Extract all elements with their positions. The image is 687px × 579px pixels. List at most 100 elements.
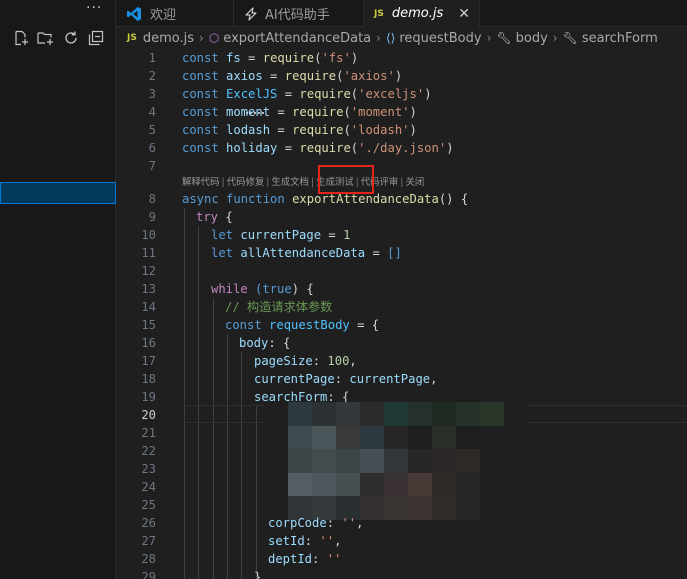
ellipsis-icon[interactable]: ··· — [86, 0, 102, 16]
close-icon[interactable]: ✕ — [458, 6, 470, 22]
mosaic-cell — [408, 425, 432, 450]
mosaic-cell — [504, 496, 528, 520]
chevron-right-icon: › — [552, 31, 558, 45]
code-line-14: // 构造请求体参数 — [225, 300, 333, 314]
line-number: 23 — [141, 462, 156, 476]
mosaic-cell — [384, 472, 408, 497]
line-number: 29 — [141, 570, 156, 579]
explorer-actions — [12, 29, 104, 46]
mosaic-cell — [456, 496, 480, 520]
mosaic-cell — [288, 449, 312, 473]
line-number: 22 — [141, 444, 156, 458]
mosaic-cell — [336, 449, 360, 473]
function-symbol-icon: ⬡ — [208, 31, 220, 45]
mosaic-cell — [408, 472, 432, 497]
mosaic-cell — [360, 425, 384, 450]
code-line-16: body: { — [239, 336, 291, 350]
mosaic-cell — [360, 496, 384, 520]
mosaic-cell — [264, 425, 288, 450]
mosaic-cell — [432, 472, 456, 497]
mosaic-cell — [480, 449, 504, 473]
new-file-icon[interactable] — [12, 29, 29, 46]
redacted-mosaic — [264, 402, 528, 520]
chevron-right-icon: › — [199, 31, 204, 45]
mosaic-cell — [456, 472, 480, 497]
mosaic-cell — [480, 496, 504, 520]
indent-guide — [184, 208, 185, 579]
breadcrumb-function[interactable]: exportAttendanceData — [223, 31, 371, 46]
mosaic-cell — [480, 472, 504, 497]
tab-label: 欢迎 — [150, 8, 177, 23]
breadcrumb-property[interactable]: searchForm — [582, 31, 658, 46]
new-folder-icon[interactable] — [37, 29, 54, 46]
line-number: 24 — [141, 480, 156, 494]
mosaic-cell — [504, 402, 528, 426]
mosaic-cell — [504, 425, 528, 450]
mosaic-cell — [312, 472, 336, 497]
line-number: 5 — [148, 123, 156, 137]
indent-guide — [227, 334, 228, 579]
line-number: 21 — [141, 426, 156, 440]
mosaic-cell — [288, 472, 312, 497]
line-number: 19 — [141, 390, 156, 404]
tab-ai-assistant[interactable]: AI代码助手 — [234, 0, 364, 27]
code-editor[interactable]: 1 2 3 4 5 6 7 8 9 10 11 12 13 14 15 16 1… — [116, 49, 687, 579]
code-line-4: const moment = require('moment') — [182, 105, 417, 119]
line-number: 1 — [148, 51, 156, 65]
mosaic-cell — [432, 402, 456, 426]
variable-symbol-icon: ⟨⟩ — [385, 31, 396, 45]
line-number: 11 — [141, 246, 156, 260]
mosaic-cell — [384, 402, 408, 426]
tab-welcome[interactable]: 欢迎 — [116, 0, 234, 27]
tab-demo-js[interactable]: JS demo.js ✕ — [364, 0, 480, 27]
indent-guide — [198, 226, 199, 579]
mosaic-cell — [432, 496, 456, 520]
code-line-5: const lodash = require('lodash') — [182, 123, 417, 137]
chevron-right-icon: › — [486, 31, 492, 45]
javascript-file-icon: JS — [374, 8, 384, 19]
breadcrumb-variable[interactable]: requestBody — [399, 31, 481, 46]
mosaic-cell — [504, 472, 528, 497]
tab-label: demo.js — [391, 6, 444, 21]
explorer-sidebar: ··· — [0, 0, 116, 579]
code-lens-generate-doc[interactable]: 生成文档 — [271, 177, 309, 188]
mosaic-cell — [360, 449, 384, 473]
tab-label: AI代码助手 — [265, 8, 330, 23]
mosaic-cell — [264, 472, 288, 497]
mosaic-cell — [336, 425, 360, 450]
indent-guide — [213, 298, 214, 579]
line-number: 8 — [148, 192, 156, 206]
line-number: 3 — [148, 87, 156, 101]
code-lens-explain[interactable]: 解释代码 — [182, 177, 220, 188]
chevron-right-icon: › — [376, 31, 381, 45]
indent-guide — [241, 352, 242, 579]
code-line-1: const fs = require('fs') — [182, 51, 359, 65]
code-line-6: const holiday = require('./day.json') — [182, 141, 454, 155]
line-number: 28 — [141, 552, 156, 566]
mosaic-cell — [408, 496, 432, 520]
line-number: 6 — [148, 141, 156, 155]
breadcrumb-file[interactable]: demo.js — [143, 31, 194, 46]
ai-assistant-icon — [244, 6, 258, 21]
mosaic-cell — [432, 425, 456, 450]
code-lens-close[interactable]: 关闭 — [405, 177, 424, 188]
code-line-28: deptId: '' — [268, 552, 342, 566]
code-line-11: let allAttendanceData = [] — [211, 246, 402, 260]
mosaic-cell — [336, 402, 360, 426]
refresh-icon[interactable] — [62, 29, 79, 46]
code-line-17: pageSize: 100, — [254, 354, 357, 368]
mosaic-cell — [480, 402, 504, 426]
code-lens-fix[interactable]: 代码修复 — [227, 177, 265, 188]
explorer-selected-item[interactable] — [0, 182, 116, 204]
property-wrench-icon: 🔧︎ — [562, 31, 578, 45]
mosaic-cell — [456, 425, 480, 450]
mosaic-cell — [384, 449, 408, 473]
code-line-8: async function exportAttendanceData() { — [182, 192, 469, 206]
line-number: 9 — [148, 210, 156, 224]
breadcrumb-property[interactable]: body — [516, 31, 548, 46]
editor-tab-bar: 欢迎 AI代码助手 JS demo.js ✕ — [116, 0, 687, 27]
line-number: 27 — [141, 534, 156, 548]
collapse-all-icon[interactable] — [87, 29, 104, 46]
line-number: 25 — [141, 498, 156, 512]
line-number: 2 — [148, 69, 156, 83]
